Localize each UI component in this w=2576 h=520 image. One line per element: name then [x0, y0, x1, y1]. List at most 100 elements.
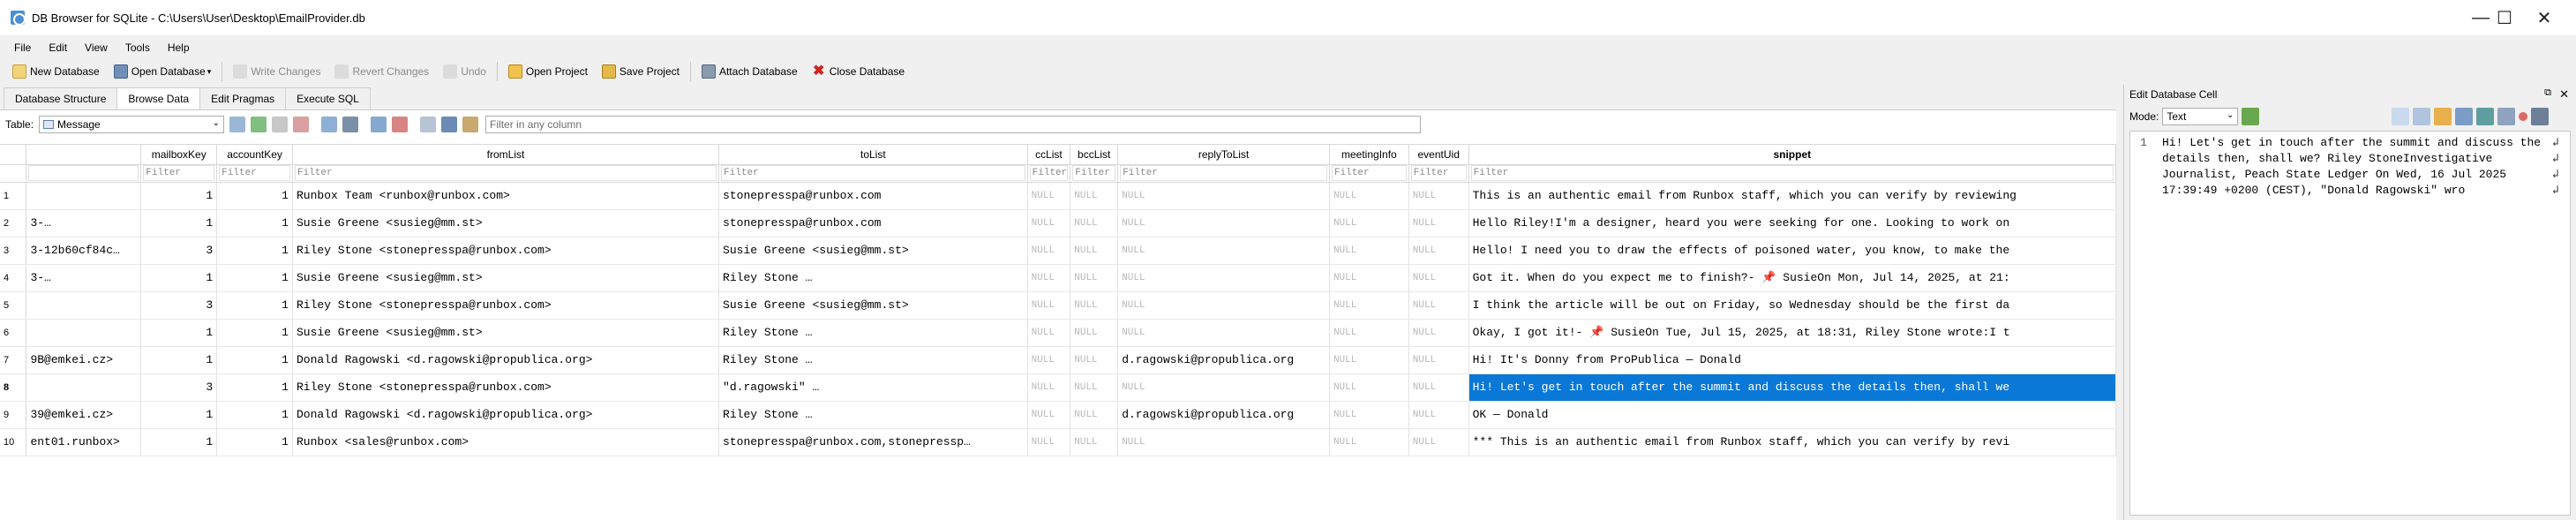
column-filter-input[interactable]: Filter [1329, 164, 1409, 183]
row-header[interactable]: 2 [0, 209, 27, 237]
column-header-accountkey[interactable]: accountKey [216, 145, 293, 165]
table-row[interactable]: 4 3-… 1 1 Susie Greene <susieg@mm.st> Riley S… [0, 264, 2116, 292]
cell-cclist[interactable]: NULL [1027, 373, 1071, 402]
global-filter-input[interactable]: Filter in any column [485, 116, 1422, 133]
cell-c0[interactable] [26, 291, 142, 320]
close-panel-icon[interactable]: ✕ [2559, 87, 2569, 102]
export-file-icon[interactable] [2455, 108, 2474, 125]
cell-tolist[interactable]: Riley Stone … [718, 346, 1028, 374]
cell-eventuid[interactable]: NULL [1408, 182, 1469, 210]
cell-eventuid[interactable]: NULL [1408, 319, 1469, 347]
column-filter-input[interactable]: Filter [216, 164, 293, 183]
cell-content[interactable]: Hi! Let's get in touch after the summit … [2162, 135, 2543, 199]
cell-fromlist[interactable]: Riley Stone <stonepresspa@runbox.com> [292, 237, 720, 265]
cell-replytolist[interactable]: NULL [1117, 182, 1330, 210]
cell-replytolist[interactable]: d.ragowski@propublica.org [1117, 346, 1330, 374]
tab-execute-sql[interactable]: Execute SQL [285, 87, 371, 109]
delete-record-icon[interactable] [392, 117, 409, 132]
write-changes-button[interactable]: Write Changes [226, 60, 327, 83]
cell-meetinginfo[interactable]: NULL [1329, 182, 1409, 210]
table-select[interactable]: Message ⌄ [39, 116, 225, 133]
tab-browse-data[interactable]: Browse Data [116, 87, 201, 109]
column-header-snippet[interactable]: snippet [1468, 145, 2116, 165]
cell-replytolist[interactable]: NULL [1117, 428, 1330, 456]
print-icon[interactable] [342, 117, 359, 132]
cell-bcclist[interactable]: NULL [1070, 373, 1119, 402]
new-database-button[interactable]: New Database [5, 60, 107, 83]
column-filter-input[interactable] [26, 164, 142, 183]
row-header[interactable]: 3 [0, 237, 27, 265]
menu-view[interactable]: View [76, 41, 116, 54]
column-header-tolist[interactable]: toList [718, 145, 1028, 165]
undo-button[interactable]: Undo [436, 60, 493, 83]
row-header[interactable]: 7 [0, 346, 27, 374]
cell-snippet[interactable]: Hi! Let's get in touch after the summit … [1468, 373, 2116, 402]
find-icon[interactable] [462, 117, 479, 132]
cell-mailboxkey[interactable]: 1 [140, 428, 218, 456]
cell-meetinginfo[interactable]: NULL [1329, 373, 1409, 402]
cell-cclist[interactable]: NULL [1027, 428, 1071, 456]
cell-snippet[interactable]: This is an authentic email from Runbox s… [1468, 182, 2116, 210]
attach-database-button[interactable]: Attach Database [695, 60, 805, 83]
cell-bcclist[interactable]: NULL [1070, 401, 1119, 429]
cell-replytolist[interactable]: NULL [1117, 319, 1330, 347]
cell-cclist[interactable]: NULL [1027, 401, 1071, 429]
menu-file[interactable]: File [5, 41, 40, 54]
row-header[interactable]: 9 [0, 401, 27, 429]
cell-meetinginfo[interactable]: NULL [1329, 401, 1409, 429]
cell-mailboxkey[interactable]: 3 [140, 373, 218, 402]
tab-database-structure[interactable]: Database Structure [4, 87, 118, 109]
cell-cclist[interactable]: NULL [1027, 209, 1071, 237]
cell-replytolist[interactable]: NULL [1117, 264, 1330, 292]
auto-switch-mode-icon[interactable] [2242, 108, 2260, 125]
column-filter-input[interactable]: Filter [1468, 164, 2116, 183]
cell-tolist[interactable]: Susie Greene <susieg@mm.st> [718, 291, 1028, 320]
table-row[interactable]: 8 3 1 Riley Stone <stonepresspa@runbox.com>… [0, 373, 2116, 402]
cell-replytolist[interactable]: NULL [1117, 237, 1330, 265]
cell-fromlist[interactable]: Riley Stone <stonepresspa@runbox.com> [292, 373, 720, 402]
cell-meetinginfo[interactable]: NULL [1329, 209, 1409, 237]
cell-snippet[interactable]: OK — Donald [1468, 401, 2116, 429]
cell-cclist[interactable]: NULL [1027, 291, 1071, 320]
column-header-fromlist[interactable]: fromList [292, 145, 720, 165]
cell-eventuid[interactable]: NULL [1408, 401, 1469, 429]
cell-cclist[interactable]: NULL [1027, 319, 1071, 347]
cell-snippet[interactable]: Got it. When do you expect me to finish?… [1468, 264, 2116, 292]
column-filter-input[interactable]: Filter [140, 164, 218, 183]
column-header-meetinginfo[interactable]: meetingInfo [1329, 145, 1409, 165]
cell-c0[interactable] [26, 319, 142, 347]
table-row[interactable]: 2 3-… 1 1 Susie Greene <susieg@mm.st> stonepr… [0, 209, 2116, 237]
cell-tolist[interactable]: stonepresspa@runbox.com [718, 209, 1028, 237]
column-header-replytolist[interactable]: replyToList [1117, 145, 1330, 165]
cell-accountkey[interactable]: 1 [216, 428, 293, 456]
cell-bcclist[interactable]: NULL [1070, 237, 1119, 265]
row-header[interactable]: 1 [0, 182, 27, 210]
column-filter-input[interactable]: Filter [1027, 164, 1071, 183]
cell-c0[interactable]: 3-12b60cf84c… [26, 237, 142, 265]
table-row[interactable]: 7 9B@emkei.cz> 1 1 Donald Ragowski <d.ragows… [0, 346, 2116, 374]
cell-cclist[interactable]: NULL [1027, 237, 1071, 265]
cell-mailboxkey[interactable]: 1 [140, 401, 218, 429]
cell-accountkey[interactable]: 1 [216, 237, 293, 265]
cell-meetinginfo[interactable]: NULL [1329, 264, 1409, 292]
cell-mailboxkey[interactable]: 3 [140, 291, 218, 320]
cell-bcclist[interactable]: NULL [1070, 209, 1119, 237]
row-header[interactable]: 4 [0, 264, 27, 292]
cell-tolist[interactable]: Riley Stone … [718, 319, 1028, 347]
cell-tolist[interactable]: stonepresspa@runbox.com [718, 182, 1028, 210]
apply-icon[interactable] [2497, 108, 2516, 125]
cell-tolist[interactable]: "d.ragowski" … [718, 373, 1028, 402]
cell-eventuid[interactable]: NULL [1408, 209, 1469, 237]
clear-filters-icon[interactable] [251, 117, 267, 132]
cell-c0[interactable]: ent01.runbox> [26, 428, 142, 456]
tab-edit-pragmas[interactable]: Edit Pragmas [199, 87, 287, 109]
cell-cclist[interactable]: NULL [1027, 346, 1071, 374]
column-filter-input[interactable]: Filter [1117, 164, 1330, 183]
close-window-button[interactable]: ✕ [2512, 0, 2576, 35]
cell-replytolist[interactable]: NULL [1117, 291, 1330, 320]
cell-c0[interactable]: 3-… [26, 264, 142, 292]
insert-record-icon[interactable] [371, 117, 387, 132]
menu-help[interactable]: Help [159, 41, 199, 54]
cell-snippet[interactable]: Hi! It's Donny from ProPublica — Donald [1468, 346, 2116, 374]
row-header[interactable]: 6 [0, 319, 27, 347]
